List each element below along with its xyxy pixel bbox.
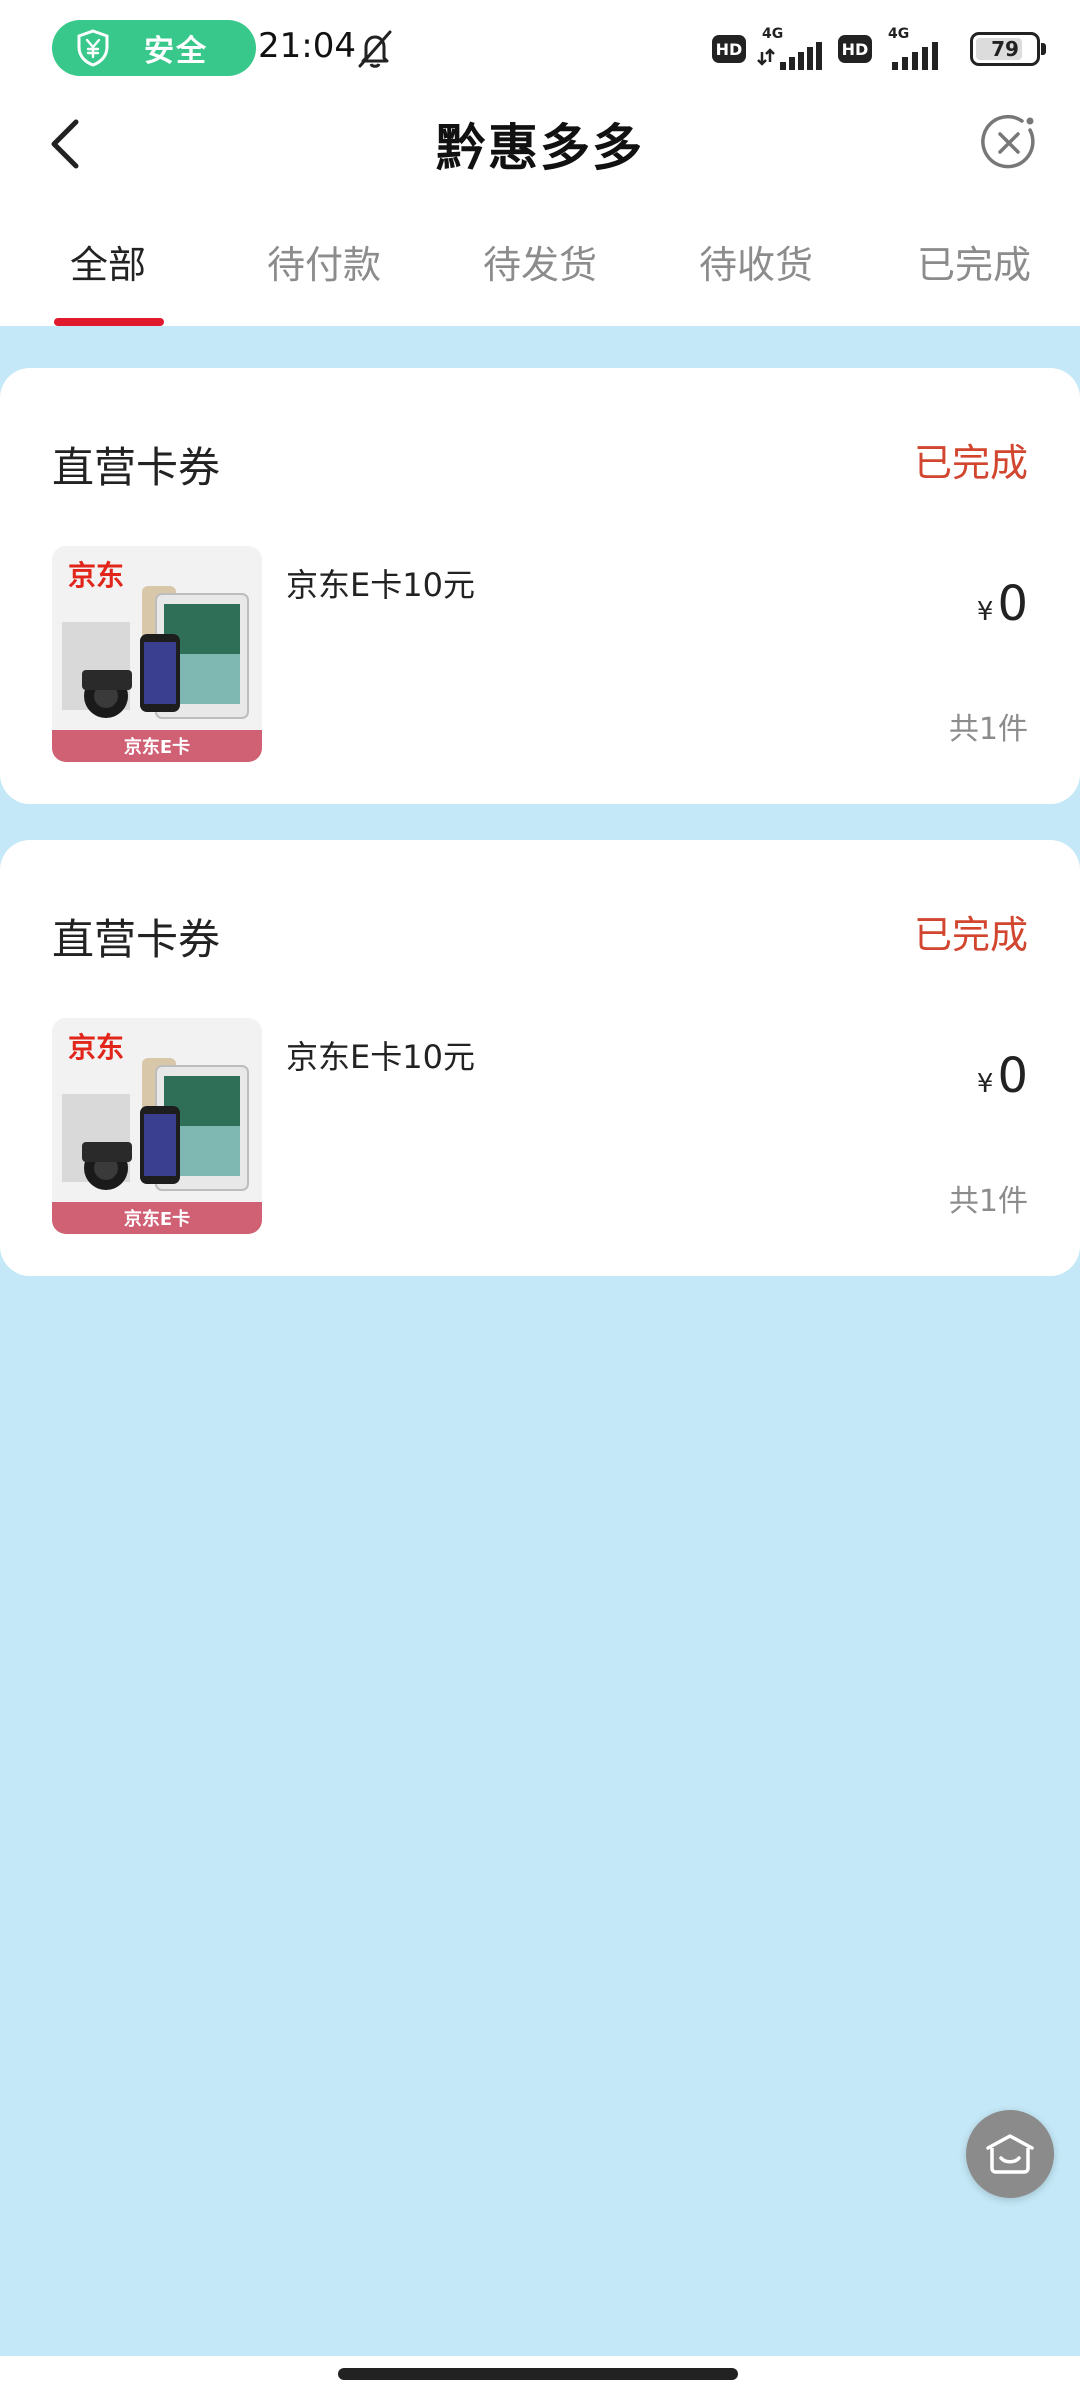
signal-sim1: 4G (756, 26, 828, 72)
jd-logo-text: 京东 (68, 1031, 125, 1064)
shop-name: 直营卡券 (52, 915, 221, 964)
order-status: 已完成 (913, 441, 1028, 485)
status-bar: 安全 21:04 HD 4G HD 4G 79 (0, 0, 1080, 96)
home-indicator[interactable] (338, 2368, 738, 2380)
tab-pending-payment[interactable]: 待付款 (267, 234, 381, 289)
price: ¥ 0 (977, 576, 1028, 632)
item-count: 共1件 (948, 712, 1028, 747)
header-bar: 黔惠多多 (0, 96, 1080, 192)
item-count: 共1件 (948, 1184, 1028, 1219)
hd-badge-2: HD (838, 35, 872, 63)
close-circle-icon[interactable] (978, 112, 1040, 174)
status-time: 21:04 (258, 26, 356, 66)
thumb-band-label: 京东E卡 (52, 1202, 262, 1234)
jd-logo-text: 京东 (68, 559, 125, 592)
battery-level: 79 (991, 37, 1019, 61)
thumb-band-label: 京东E卡 (52, 730, 262, 762)
price: ¥ 0 (977, 1048, 1028, 1104)
tab-completed[interactable]: 已完成 (917, 234, 1031, 289)
floating-service-button[interactable] (966, 2110, 1054, 2198)
price-currency: ¥ (976, 1069, 994, 1099)
tab-pending-shipment[interactable]: 待发货 (483, 234, 597, 289)
tab-pending-receipt[interactable]: 待收货 (699, 234, 813, 289)
price-amount: 0 (997, 576, 1028, 632)
service-icon (986, 2134, 1034, 2174)
bottom-bar (0, 2356, 1080, 2400)
order-status: 已完成 (913, 913, 1028, 957)
bell-off-icon (358, 30, 392, 68)
network-type-label-2: 4G (888, 26, 910, 42)
signal-bars-icon (757, 42, 822, 70)
tab-all[interactable]: 全部 (70, 234, 146, 289)
product-thumbnail[interactable]: 京东 京东E卡 (52, 1018, 262, 1234)
safe-label: 安全 (144, 34, 208, 69)
order-tabs: 全部 待付款 待发货 待收货 已完成 (0, 220, 1080, 326)
order-card[interactable]: 直营卡券 已完成 京东 京东E卡 京东E卡10元 ¥ 0 共1件 (0, 368, 1080, 804)
network-type-label: 4G (762, 26, 784, 42)
price-currency: ¥ (976, 597, 994, 627)
active-tab-indicator (54, 318, 164, 326)
top-panel: 安全 21:04 HD 4G HD 4G 79 黔惠多多 全部 待付款 待发货 … (0, 0, 1080, 326)
shop-name: 直营卡券 (52, 443, 221, 492)
hd-badge: HD (712, 35, 746, 63)
signal-bars-icon-2 (892, 42, 938, 70)
battery-indicator: 79 (970, 32, 1046, 66)
page-title: 黔惠多多 (436, 119, 644, 177)
price-amount: 0 (997, 1048, 1028, 1104)
order-card[interactable]: 直营卡券 已完成 京东 京东E卡 京东E卡10元 ¥ 0 共1件 (0, 840, 1080, 1276)
product-thumbnail[interactable]: 京东 京东E卡 (52, 546, 262, 762)
signal-sim2: 4G (882, 26, 954, 72)
status-indicators: HD 4G HD 4G 79 (712, 24, 1046, 74)
product-name[interactable]: 京东E卡10元 (286, 1032, 475, 1078)
safe-badge[interactable]: 安全 (52, 20, 256, 76)
battery-nub (1041, 43, 1046, 55)
shield-yuan-icon (77, 29, 109, 67)
product-name[interactable]: 京东E卡10元 (286, 560, 475, 606)
